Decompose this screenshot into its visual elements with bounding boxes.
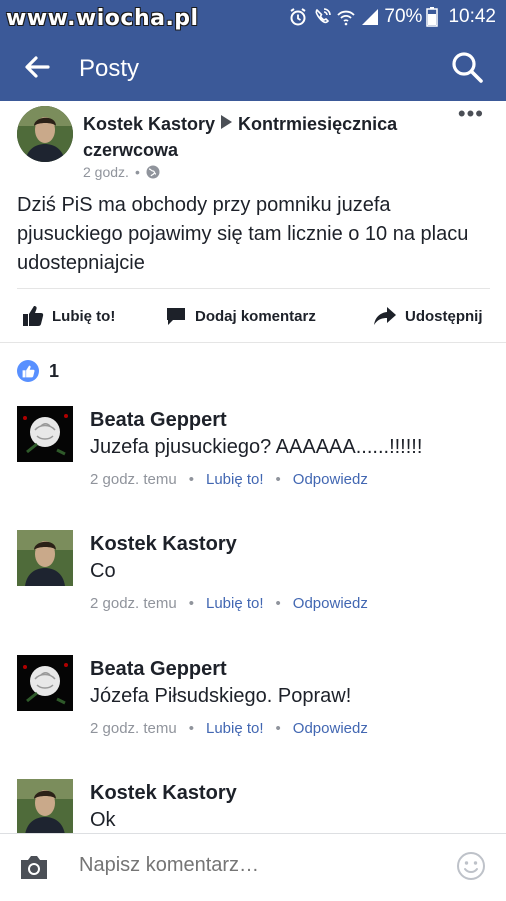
share-button[interactable]: Udostępnij bbox=[373, 292, 483, 340]
commenter-name[interactable]: Beata Geppert bbox=[90, 658, 227, 681]
comment-reply-link[interactable]: Odpowiedz bbox=[293, 720, 368, 737]
app-bar: Posty bbox=[0, 34, 506, 101]
like-button[interactable]: Lubię to! bbox=[22, 292, 115, 340]
comment-like-link[interactable]: Lubię to! bbox=[206, 720, 264, 737]
wifi-icon bbox=[337, 10, 356, 26]
commenter-avatar[interactable] bbox=[17, 655, 73, 711]
comment-time: 2 godz. temu bbox=[90, 471, 177, 488]
commenter-avatar[interactable] bbox=[17, 779, 73, 833]
man-photo bbox=[17, 106, 73, 162]
more-options-icon[interactable]: ••• bbox=[458, 101, 484, 127]
comment-text: Józefa Piłsudskiego. Popraw! bbox=[90, 685, 352, 707]
comment-meta: 2 godz. temu • Lubię to! • Odpowiedz bbox=[90, 720, 368, 737]
comment-input[interactable] bbox=[79, 854, 439, 877]
alarm-icon bbox=[290, 8, 306, 26]
search-icon[interactable] bbox=[450, 50, 484, 84]
reaction-count: 1 bbox=[49, 360, 60, 381]
author-avatar[interactable] bbox=[17, 106, 73, 162]
comment-meta: 2 godz. temu • Lubię to! • Odpowiedz bbox=[90, 595, 368, 612]
arrow-right-icon bbox=[221, 115, 233, 129]
status-bar: www.wiocha.pl 70% 10:42 bbox=[0, 0, 506, 34]
divider bbox=[0, 342, 506, 343]
reactions-summary[interactable]: 1 bbox=[17, 360, 59, 382]
share-icon bbox=[374, 307, 396, 325]
comment-text: Co bbox=[90, 560, 116, 582]
wifi-call-icon bbox=[315, 8, 332, 24]
emoji-icon[interactable] bbox=[456, 851, 486, 881]
page-title: Posty bbox=[79, 55, 140, 82]
comment-item: Beata Geppert Józefa Piłsudskiego. Popra… bbox=[0, 655, 506, 765]
status-icons: 70% 10:42 bbox=[288, 4, 496, 30]
post-header: Kostek Kastory Kontrmiesięcznica czerwcow… bbox=[0, 101, 506, 191]
man-photo bbox=[17, 530, 73, 586]
comment-text: Ok bbox=[90, 809, 116, 831]
post-actions: Lubię to! Dodaj komentarz Udostępnij bbox=[0, 292, 506, 340]
white-rose-photo bbox=[17, 655, 73, 711]
comment-time: 2 godz. temu bbox=[90, 720, 177, 737]
comment-item: Kostek Kastory Ok bbox=[0, 779, 506, 833]
commenter-name[interactable]: Beata Geppert bbox=[90, 409, 227, 432]
man-photo bbox=[17, 779, 73, 833]
back-arrow-icon[interactable] bbox=[22, 52, 52, 82]
comment-label: Dodaj komentarz bbox=[195, 307, 316, 325]
comment-time: 2 godz. temu bbox=[90, 595, 177, 612]
watermark: www.wiocha.pl bbox=[6, 6, 199, 31]
thumbs-up-icon bbox=[23, 306, 44, 326]
comment-icon bbox=[167, 308, 185, 325]
post-time[interactable]: 2 godz. bbox=[83, 164, 129, 180]
comment-like-link[interactable]: Lubię to! bbox=[206, 471, 264, 488]
separator: • bbox=[134, 164, 140, 180]
post-text: Dziś PiS ma obchody przy pomniku juzefa … bbox=[17, 194, 469, 274]
comment-reply-link[interactable]: Odpowiedz bbox=[293, 471, 368, 488]
commenter-name[interactable]: Kostek Kastory bbox=[90, 533, 237, 556]
battery-icon bbox=[426, 7, 439, 27]
white-rose-photo bbox=[17, 406, 73, 462]
post-meta: 2 godz. • bbox=[83, 164, 160, 180]
comment-reply-link[interactable]: Odpowiedz bbox=[293, 595, 368, 612]
share-label: Udostępnij bbox=[405, 307, 483, 325]
commenter-avatar[interactable] bbox=[17, 406, 73, 462]
comment-item: Beata Geppert Juzefa pjusuckiego? AAAAAA… bbox=[0, 406, 506, 516]
commenter-name[interactable]: Kostek Kastory bbox=[90, 782, 237, 805]
globe-icon bbox=[146, 165, 160, 179]
divider bbox=[17, 288, 490, 289]
clock: 10:42 bbox=[448, 6, 496, 27]
comment-meta: 2 godz. temu • Lubię to! • Odpowiedz bbox=[90, 471, 368, 488]
like-label: Lubię to! bbox=[52, 307, 116, 325]
post-author-line: Kostek Kastory Kontrmiesięcznica czerwcow… bbox=[83, 111, 443, 163]
comment-like-link[interactable]: Lubię to! bbox=[206, 595, 264, 612]
comment-item: Kostek Kastory Co 2 godz. temu • Lubię to… bbox=[0, 530, 506, 640]
comment-text: Juzefa pjusuckiego? AAAAAA......!!!!!! bbox=[90, 436, 423, 458]
thumbs-up-icon bbox=[17, 360, 39, 382]
post-author[interactable]: Kostek Kastory bbox=[83, 114, 215, 134]
signal-icon bbox=[362, 9, 379, 25]
commenter-avatar[interactable] bbox=[17, 530, 73, 586]
comment-composer bbox=[0, 833, 506, 901]
comment-button[interactable]: Dodaj komentarz bbox=[165, 292, 316, 340]
battery-percent: 70% bbox=[384, 6, 423, 27]
camera-icon[interactable] bbox=[18, 852, 50, 882]
